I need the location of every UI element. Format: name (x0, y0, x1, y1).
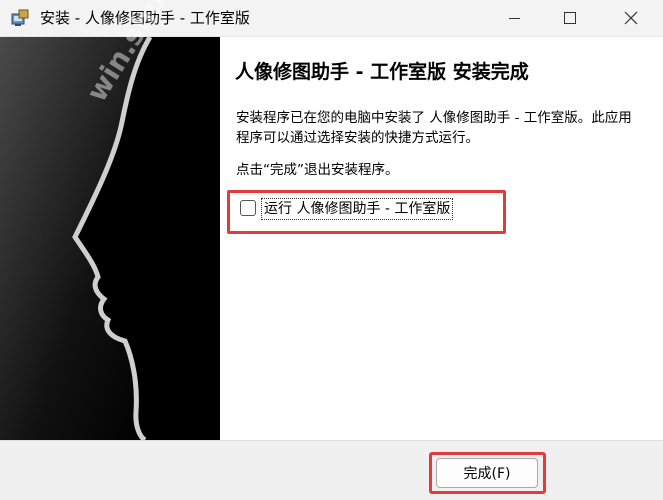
minimize-button[interactable] (486, 0, 542, 36)
close-button[interactable] (603, 0, 659, 36)
run-app-checkbox[interactable] (240, 200, 256, 216)
run-app-label[interactable]: 运行 人像修图助手 - 工作室版 (261, 198, 454, 220)
finish-hint: 点击“完成”退出安装程序。 (236, 162, 399, 178)
finish-button[interactable]: 完成(F) (436, 458, 538, 488)
title-bar: 安装 - 人像修图助手 - 工作室版 (0, 0, 663, 37)
maximize-button[interactable] (542, 0, 598, 36)
close-icon (624, 11, 638, 25)
install-description: 安装程序已在您的电脑中安装了 人像修图助手 - 工作室版。此应用程序可以通过选择… (236, 110, 632, 146)
footer-area (0, 441, 663, 500)
installer-icon (11, 9, 29, 26)
page-heading: 人像修图助手 - 工作室版 安装完成 (235, 61, 529, 83)
minimize-icon (508, 17, 520, 19)
maximize-icon (564, 12, 576, 24)
